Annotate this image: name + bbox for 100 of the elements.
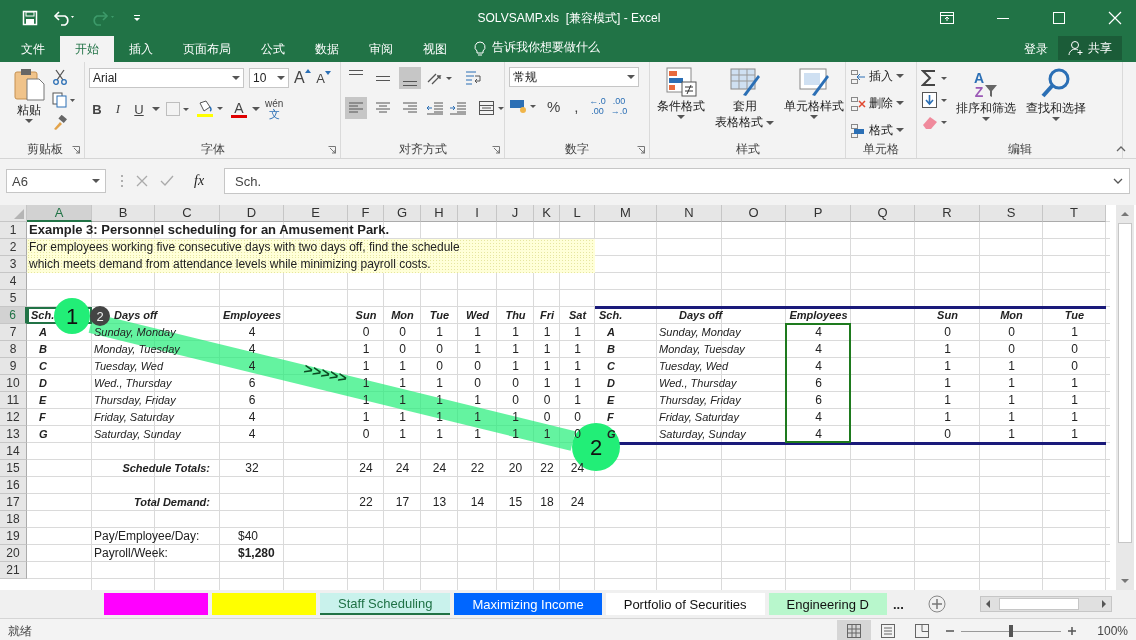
percent-button[interactable]: %	[544, 95, 564, 117]
maximize-icon[interactable]	[1051, 10, 1067, 26]
scroll-right-icon[interactable]	[1101, 599, 1107, 609]
find-select-button[interactable]: 查找和选择	[1023, 67, 1089, 122]
column-header[interactable]: P	[786, 205, 851, 222]
drag-handle-icon[interactable]	[120, 174, 124, 188]
autosum-icon[interactable]	[921, 69, 949, 87]
row-header[interactable]: 18	[0, 511, 27, 528]
column-header[interactable]: B	[92, 205, 155, 222]
column-header[interactable]: A	[27, 205, 92, 222]
scroll-thumb[interactable]	[1118, 223, 1132, 543]
column-header[interactable]: F	[348, 205, 384, 222]
row-header[interactable]: 20	[0, 545, 27, 562]
column-header[interactable]: E	[284, 205, 348, 222]
sheet-tab[interactable]: Maximizing Income	[454, 593, 602, 615]
zoom-level-text[interactable]: 100%	[1097, 624, 1128, 638]
tell-me-search[interactable]: 告诉我你想要做什么	[492, 39, 600, 62]
format-painter-icon[interactable]	[52, 115, 68, 131]
column-header[interactable]: R	[915, 205, 980, 222]
sheet-tab[interactable]: Staff Scheduling	[320, 593, 451, 615]
ribbon-tab[interactable]: 页面布局	[168, 36, 246, 62]
conditional-formatting-button[interactable]: 条件格式	[654, 67, 708, 120]
scroll-up-icon[interactable]	[1120, 211, 1130, 217]
copy-icon[interactable]	[52, 92, 76, 108]
row-header[interactable]: 8	[0, 341, 27, 358]
font-color-button[interactable]: A	[231, 100, 247, 118]
row-header[interactable]: 13	[0, 426, 27, 443]
row-header[interactable]: 4	[0, 273, 27, 290]
row-header[interactable]: 2	[0, 239, 27, 256]
font-name-dropdown[interactable]: Arial	[89, 68, 244, 88]
column-header[interactable]: L	[560, 205, 595, 222]
column-header[interactable]: I	[458, 205, 497, 222]
customize-toolbar-icon[interactable]	[132, 13, 142, 23]
row-header[interactable]: 19	[0, 528, 27, 545]
scroll-thumb[interactable]	[999, 598, 1079, 610]
phonetic-guide-button[interactable]: wén 文	[265, 97, 284, 121]
sort-filter-button[interactable]: A Z 排序和筛选	[953, 67, 1019, 122]
dialog-launcher-icon[interactable]	[328, 146, 336, 154]
column-header[interactable]: Q	[851, 205, 915, 222]
cells-command-button[interactable]: 删除	[850, 94, 904, 113]
add-sheet-icon[interactable]	[927, 595, 946, 613]
ribbon-display-icon[interactable]	[939, 10, 955, 26]
zoom-slider-thumb[interactable]	[1009, 625, 1014, 637]
format-as-table-button[interactable]: 套用 表格格式	[712, 67, 778, 129]
name-box[interactable]: A6	[6, 169, 106, 193]
sheet-tab[interactable]: Engineering D	[768, 593, 887, 615]
row-header[interactable]: 21	[0, 562, 27, 579]
paste-button[interactable]: 粘贴	[10, 67, 48, 124]
column-header[interactable]: J	[497, 205, 534, 222]
row-header[interactable]: 6	[0, 307, 27, 324]
ribbon-tab[interactable]: 文件	[6, 36, 60, 62]
ribbon-tab[interactable]: 视图	[408, 36, 462, 62]
row-header[interactable]: 11	[0, 392, 27, 409]
row-header[interactable]: 12	[0, 409, 27, 426]
row-header[interactable]: 10	[0, 375, 27, 392]
currency-format-icon[interactable]	[509, 98, 539, 114]
ribbon-tab[interactable]: 开始	[60, 36, 114, 62]
normal-view-button[interactable]	[837, 620, 872, 640]
cell-styles-button[interactable]: 单元格样式	[781, 67, 848, 120]
sign-in-link[interactable]: 登录	[1014, 36, 1058, 62]
scroll-down-icon[interactable]	[1120, 578, 1130, 584]
column-header[interactable]: T	[1043, 205, 1106, 222]
expand-icon[interactable]	[1113, 178, 1123, 184]
column-header[interactable]: N	[657, 205, 722, 222]
ribbon-tab[interactable]: 数据	[300, 36, 354, 62]
font-size-dropdown[interactable]: 10	[249, 68, 289, 88]
column-header[interactable]: H	[421, 205, 458, 222]
wrap-text-icon[interactable]	[465, 70, 483, 86]
ribbon-tab[interactable]: 审阅	[354, 36, 408, 62]
fill-down-icon[interactable]	[921, 91, 949, 109]
row-header[interactable]: 1	[0, 222, 27, 239]
underline-button[interactable]: U	[131, 98, 147, 120]
formula-field[interactable]: Sch.	[224, 168, 1130, 194]
row-header[interactable]: 17	[0, 494, 27, 511]
column-header[interactable]: K	[534, 205, 560, 222]
share-button[interactable]: 共享	[1058, 36, 1122, 60]
comma-style-button[interactable]: ,	[568, 95, 585, 117]
vertical-align-button[interactable]	[399, 67, 421, 89]
bold-button[interactable]: B	[89, 98, 105, 120]
column-header[interactable]: S	[980, 205, 1043, 222]
fill-color-icon[interactable]	[196, 100, 226, 118]
enter-check-icon[interactable]	[160, 175, 174, 187]
column-header[interactable]: C	[155, 205, 220, 222]
collapse-ribbon-icon[interactable]	[1116, 146, 1126, 152]
sheet-tab[interactable]: Portfolio of Securities	[605, 593, 765, 615]
vertical-scrollbar[interactable]	[1116, 205, 1134, 590]
ribbon-tab[interactable]: 公式	[246, 36, 300, 62]
decrease-decimal-button[interactable]: .00 →.0	[610, 95, 628, 117]
insert-function-button[interactable]: fx	[194, 173, 205, 189]
cut-icon[interactable]	[52, 69, 68, 85]
column-header[interactable]: G	[384, 205, 421, 222]
row-header[interactable]: 3	[0, 256, 27, 273]
zoom-in-icon[interactable]	[1067, 626, 1078, 636]
cells-command-button[interactable]: 格式	[850, 121, 904, 140]
row-header[interactable]: 5	[0, 290, 27, 307]
decrease-font-size-button[interactable]: A	[315, 67, 332, 89]
column-header[interactable]: O	[722, 205, 786, 222]
italic-button[interactable]: I	[110, 98, 126, 120]
dialog-launcher-icon[interactable]	[637, 146, 645, 154]
row-header[interactable]: 14	[0, 443, 27, 460]
